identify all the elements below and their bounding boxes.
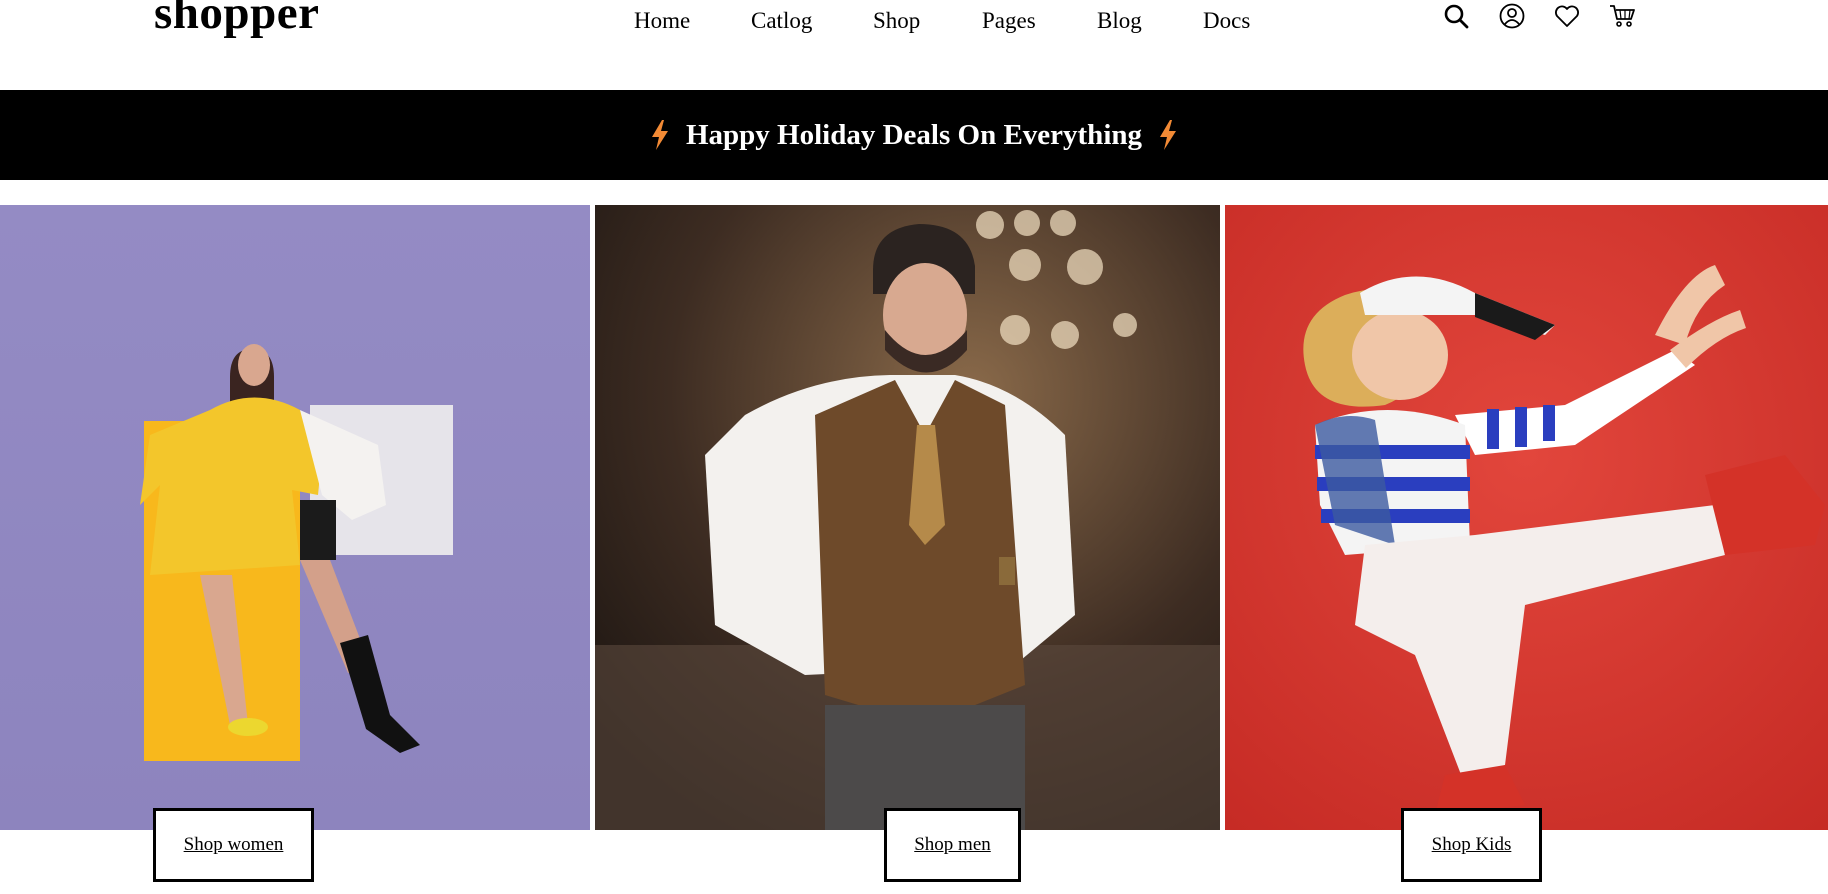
nav-catlog[interactable]: Catlog bbox=[751, 6, 812, 36]
cart-icon[interactable] bbox=[1608, 2, 1636, 30]
nav-docs[interactable]: Docs bbox=[1203, 6, 1250, 36]
women-category-image[interactable] bbox=[0, 205, 590, 830]
nav-shop[interactable]: Shop bbox=[873, 6, 920, 36]
shop-kids-button[interactable]: Shop Kids bbox=[1401, 808, 1542, 882]
nav-blog[interactable]: Blog bbox=[1097, 6, 1142, 36]
nav-pages[interactable]: Pages bbox=[982, 6, 1036, 36]
kids-category-image[interactable] bbox=[1225, 205, 1828, 830]
men-category-image[interactable] bbox=[595, 205, 1220, 830]
women-model-illustration bbox=[0, 205, 590, 830]
shop-men-button[interactable]: Shop men bbox=[884, 808, 1021, 882]
user-icon[interactable] bbox=[1498, 2, 1526, 30]
site-logo[interactable]: shopper bbox=[154, 0, 319, 38]
site-header: shopper Home Catlog Shop Pages Blog Docs bbox=[0, 0, 1828, 90]
nav-home[interactable]: Home bbox=[634, 6, 690, 36]
men-model-illustration bbox=[595, 205, 1220, 830]
shop-women-button[interactable]: Shop women bbox=[153, 808, 314, 882]
kids-model-illustration bbox=[1225, 205, 1828, 830]
lightning-icon bbox=[1160, 120, 1176, 150]
heart-icon[interactable] bbox=[1553, 2, 1581, 30]
promo-banner: Happy Holiday Deals On Everything bbox=[0, 90, 1828, 180]
search-icon[interactable] bbox=[1442, 2, 1470, 30]
banner-text: Happy Holiday Deals On Everything bbox=[685, 118, 1142, 151]
lightning-icon bbox=[651, 120, 668, 150]
